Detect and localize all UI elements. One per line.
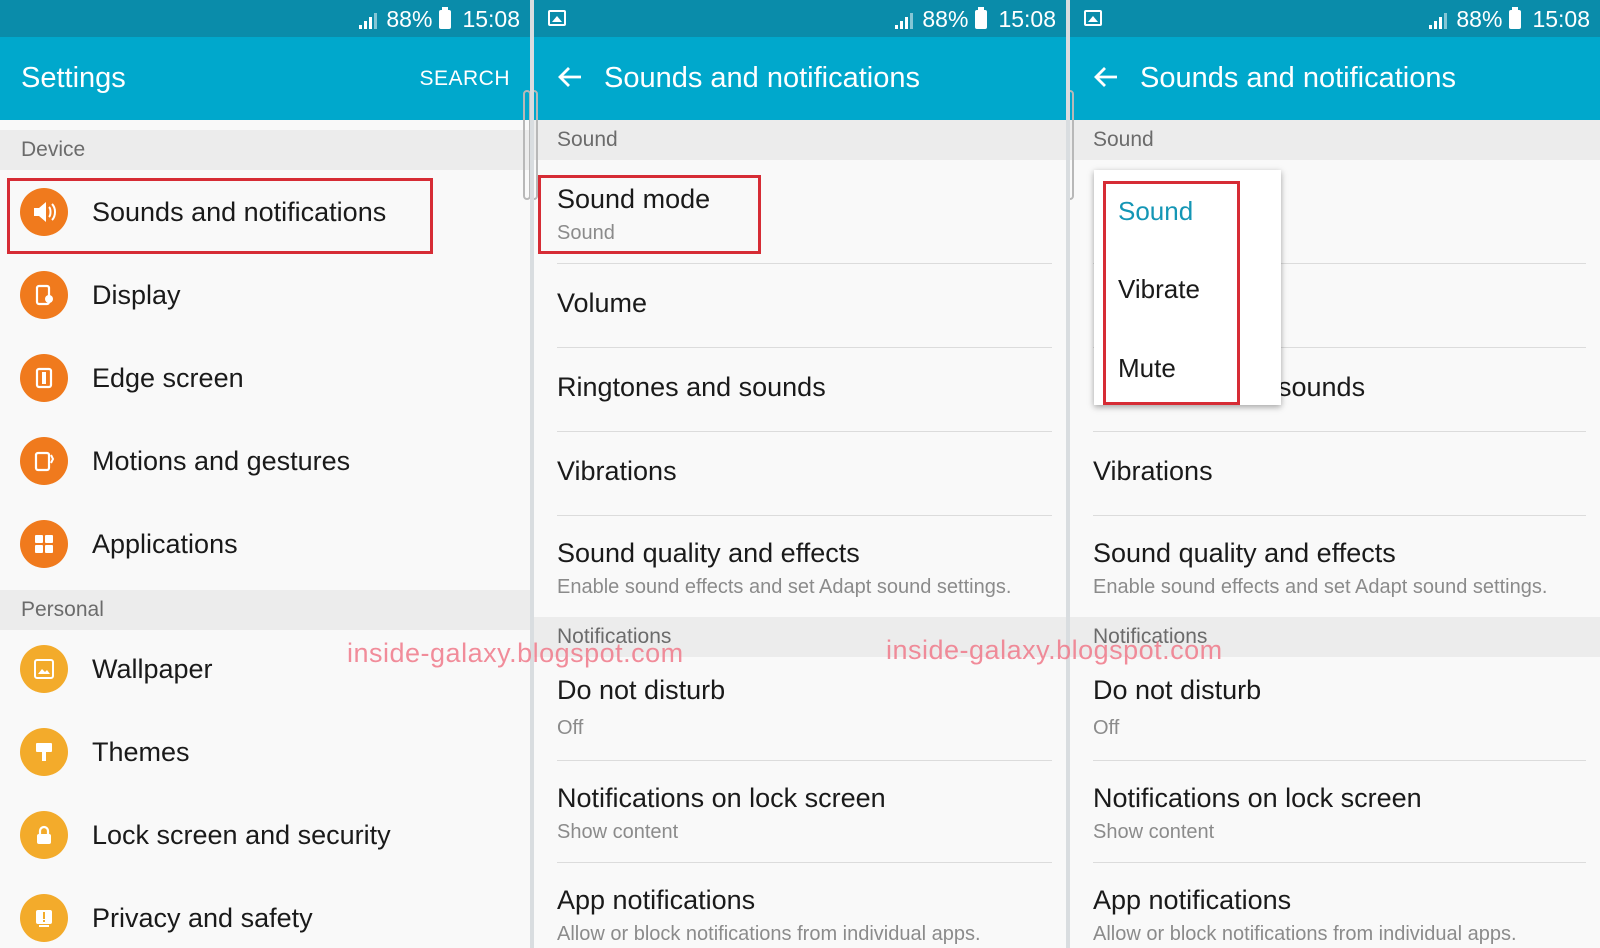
edge-screen-curve xyxy=(1070,90,1074,200)
status-bar: 88% 15:08 xyxy=(0,0,530,37)
vibrations-item[interactable]: Vibrations xyxy=(1093,432,1586,516)
item-title: Sound quality and effects xyxy=(557,538,860,568)
settings-screen: 88% 15:08 Settings SEARCH Device Sounds … xyxy=(0,0,530,948)
applications-icon xyxy=(20,520,68,568)
status-bar: 88% 15:08 xyxy=(1070,0,1600,37)
privacy-icon xyxy=(20,894,68,942)
wallpaper-icon xyxy=(20,645,68,693)
settings-item-edge-screen[interactable]: Edge screen xyxy=(0,341,530,421)
section-header-sound: Sound xyxy=(534,120,1066,160)
settings-item-label: Display xyxy=(92,280,181,310)
lock-screen-notifications-item[interactable]: Notifications on lock screen Show conten… xyxy=(557,761,1052,863)
status-bar: 88% 15:08 xyxy=(534,0,1066,37)
do-not-disturb-item[interactable]: Do not disturb Off xyxy=(557,657,1052,761)
item-title: Volume xyxy=(557,288,648,318)
item-title-partial: sounds xyxy=(1278,372,1366,402)
image-notification-icon xyxy=(1084,10,1102,26)
app-bar: Sounds and notifications xyxy=(1070,37,1600,120)
item-subtitle: Enable sound effects and set Adapt sound… xyxy=(557,576,1012,598)
battery-icon xyxy=(975,7,988,29)
edge-screen-curve xyxy=(523,90,530,200)
settings-item-label: Lock screen and security xyxy=(92,820,391,850)
sound-quality-item[interactable]: Sound quality and effects Enable sound e… xyxy=(1093,516,1586,616)
settings-item-label: Wallpaper xyxy=(92,654,213,684)
battery-percent: 88% xyxy=(386,6,433,32)
item-title: Sound quality and effects xyxy=(1093,538,1396,568)
clock: 15:08 xyxy=(998,6,1056,32)
settings-item-motions-and-gestures[interactable]: Motions and gestures xyxy=(0,424,530,504)
app-bar: Sounds and notifications xyxy=(534,37,1066,120)
item-title: Do not disturb xyxy=(557,675,726,705)
settings-item-label: Motions and gestures xyxy=(92,446,351,476)
volume-item[interactable]: Volume xyxy=(557,264,1052,348)
back-arrow-icon[interactable] xyxy=(556,63,584,91)
section-header-sound: Sound xyxy=(1070,120,1600,160)
battery-icon xyxy=(439,7,452,29)
settings-item-label: Themes xyxy=(92,737,190,767)
item-subtitle: Off xyxy=(557,717,584,739)
item-subtitle: Allow or block notifications from indivi… xyxy=(557,923,981,945)
sounds-screen-dropdown: 88% 15:08 Sounds and notifications Sound… xyxy=(1070,0,1600,948)
item-subtitle: Off xyxy=(1093,717,1120,739)
clock: 15:08 xyxy=(1532,6,1590,32)
search-button[interactable]: SEARCH xyxy=(419,67,510,91)
item-title: Notifications on lock screen xyxy=(557,783,886,813)
section-header-personal: Personal xyxy=(0,590,530,630)
battery-percent: 88% xyxy=(922,6,969,32)
signal-icon xyxy=(359,11,378,29)
item-title: Vibrations xyxy=(557,456,677,486)
settings-item-label: Applications xyxy=(92,529,238,559)
page-title: Settings xyxy=(21,62,126,94)
edge-screen-icon xyxy=(20,354,68,402)
do-not-disturb-item[interactable]: Do not disturb Off xyxy=(1093,657,1586,761)
image-notification-icon xyxy=(548,10,566,26)
settings-item-lock-screen-and-security[interactable]: Lock screen and security xyxy=(0,798,530,878)
item-title: Notifications on lock screen xyxy=(1093,783,1422,813)
page-title: Sounds and notifications xyxy=(604,62,920,94)
signal-icon xyxy=(895,11,914,29)
settings-item-privacy-and-safety[interactable]: Privacy and safety xyxy=(0,881,530,948)
item-title: App notifications xyxy=(557,885,756,915)
app-notifications-item[interactable]: App notifications Allow or block notific… xyxy=(557,863,1052,948)
section-header-device: Device xyxy=(0,130,530,170)
ringtones-item[interactable]: Ringtones and sounds xyxy=(557,348,1052,432)
signal-icon xyxy=(1429,11,1448,29)
watermark: inside-galaxy.blogspot.com xyxy=(886,635,1223,665)
settings-item-themes[interactable]: Themes xyxy=(0,715,530,795)
app-notifications-item[interactable]: App notifications Allow or block notific… xyxy=(1093,863,1586,948)
battery-icon xyxy=(1509,7,1522,29)
lock-icon xyxy=(20,811,68,859)
highlight-box xyxy=(538,175,761,254)
settings-item-label: Privacy and safety xyxy=(92,903,313,933)
settings-item-applications[interactable]: Applications xyxy=(0,507,530,587)
edge-screen-curve xyxy=(534,90,538,200)
item-subtitle: Allow or block notifications from indivi… xyxy=(1093,923,1517,945)
item-subtitle: Show content xyxy=(1093,821,1215,843)
item-title: Vibrations xyxy=(1093,456,1213,486)
item-title: App notifications xyxy=(1093,885,1292,915)
settings-item-label: Edge screen xyxy=(92,363,244,393)
sounds-screen: 88% 15:08 Sounds and notifications Sound… xyxy=(534,0,1066,948)
motions-icon xyxy=(20,437,68,485)
back-arrow-icon[interactable] xyxy=(1092,63,1120,91)
battery-percent: 88% xyxy=(1456,6,1503,32)
highlight-box xyxy=(7,178,433,254)
themes-icon xyxy=(20,728,68,776)
watermark: inside-galaxy.blogspot.com xyxy=(347,638,684,668)
settings-item-display[interactable]: Display xyxy=(0,258,530,338)
highlight-box xyxy=(1103,181,1240,405)
clock: 15:08 xyxy=(462,6,520,32)
page-title: Sounds and notifications xyxy=(1140,62,1456,94)
item-subtitle: Enable sound effects and set Adapt sound… xyxy=(1093,576,1548,598)
item-title: Do not disturb xyxy=(1093,675,1262,705)
app-bar: Settings SEARCH xyxy=(0,37,530,120)
item-subtitle: Show content xyxy=(557,821,679,843)
item-title: Ringtones and sounds xyxy=(557,372,826,402)
sound-quality-item[interactable]: Sound quality and effects Enable sound e… xyxy=(557,516,1052,616)
lock-screen-notifications-item[interactable]: Notifications on lock screen Show conten… xyxy=(1093,761,1586,863)
display-icon xyxy=(20,271,68,319)
vibrations-item[interactable]: Vibrations xyxy=(557,432,1052,516)
